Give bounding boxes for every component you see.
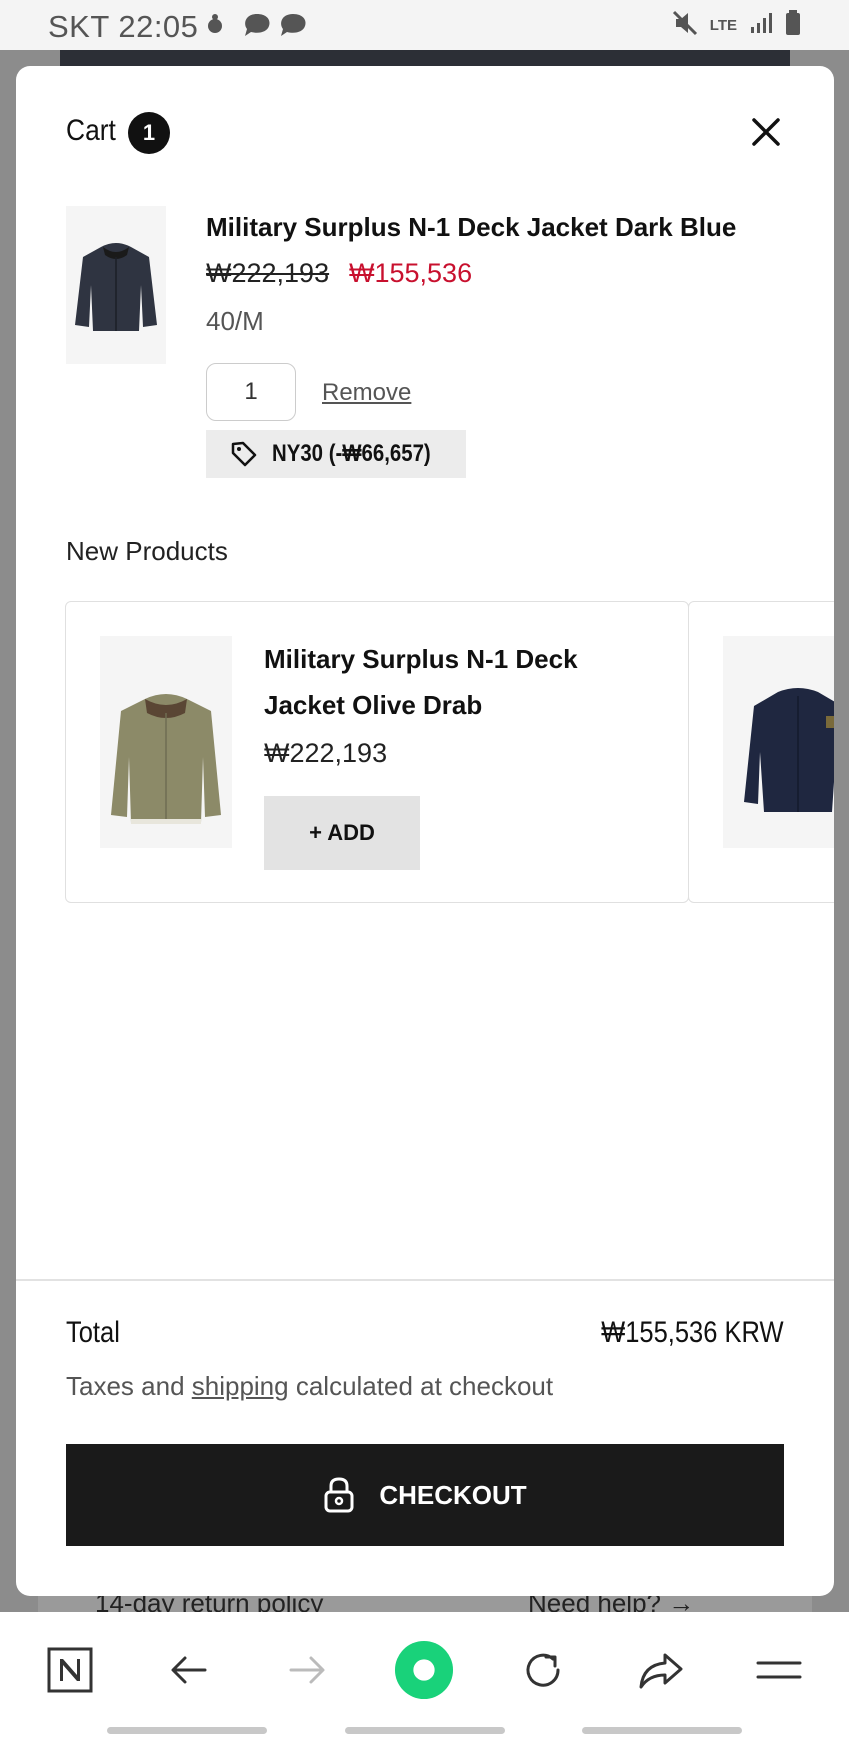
total-value: ₩155,536 KRW [601,1316,784,1349]
new-products-title: New Products [66,536,228,566]
tax-note: Taxes and shipping calculated at checkou… [66,1371,553,1402]
cart-item-name[interactable]: Military Surplus N-1 Deck Jacket Dark Bl… [206,212,736,243]
lock-icon [324,1477,354,1513]
new-products-carousel[interactable]: Military Surplus N-1 Deck Jacket Olive D… [65,601,834,903]
share-button[interactable] [631,1640,691,1700]
notification-app-icon [205,12,233,36]
cart-count-badge: 1 [128,112,170,154]
arrow-right-icon [289,1656,325,1684]
tax-note-prefix: Taxes and [66,1371,192,1401]
need-help-link[interactable]: Need help? → [528,1596,694,1612]
system-icons: LTE [672,10,801,40]
menu-button[interactable] [749,1640,809,1700]
close-icon [752,118,780,146]
share-arrow-icon [639,1653,683,1689]
network-type-label: LTE [709,16,737,34]
add-to-cart-button[interactable]: + ADD [264,796,420,870]
quantity-input[interactable]: 1 [206,363,296,421]
back-button[interactable] [159,1640,219,1700]
product-card-price: ₩222,193 [264,738,388,768]
chat-bubble-icon [241,12,270,36]
jacket-navy-bomber-image [744,688,834,812]
jacket-olive-drab-image [111,694,221,824]
mute-icon [672,10,698,40]
shipping-link[interactable]: shipping [192,1371,289,1401]
product-card-name[interactable]: Military Surplus N-1 Deck Jacket Olive D… [264,636,644,728]
naver-home-button[interactable] [40,1640,100,1700]
cart-item-sale-price: ₩155,536 [349,258,473,288]
naver-logo-icon [47,1647,93,1693]
return-policy-text: 14-day return policy [95,1596,324,1612]
cart-item-image[interactable] [66,206,166,364]
refresh-icon [526,1653,560,1687]
checkout-label: CHECKOUT [379,1479,527,1510]
checkout-button[interactable]: CHECKOUT [66,1444,784,1546]
cart-title: Cart [66,114,116,147]
refresh-button[interactable] [513,1640,573,1700]
gesture-pill-center [345,1727,505,1734]
signal-icon [749,11,773,39]
status-carrier-time: SKT 22:05 [48,9,199,44]
gesture-pill-right [582,1727,742,1734]
total-label: Total [66,1316,120,1349]
battery-icon [785,10,801,40]
discount-badge: NY30 (-₩66,657) [206,430,466,478]
green-dot-icon [394,1640,454,1700]
product-card-image[interactable] [723,636,834,848]
hamburger-menu-icon [756,1661,802,1679]
tax-note-suffix: calculated at checkout [288,1371,554,1401]
status-bar: SKT 22:05 LTE [0,0,849,50]
behind-modal-strip: 14-day return policy Need help? → [38,1596,812,1612]
footer-divider [16,1279,834,1281]
product-card-image[interactable] [100,636,232,848]
arrow-left-icon [171,1656,207,1684]
forward-button[interactable] [277,1640,337,1700]
tag-icon [231,441,257,467]
product-card[interactable]: Military Surplus N-1 Deck Jacket Olive D… [65,601,689,903]
discount-label: NY30 (-₩66,657) [272,440,431,467]
cart-drawer: Cart 1 Military Surplus N-1 Deck Jacket … [16,66,834,1596]
gesture-pill-left [107,1727,267,1734]
product-card[interactable] [688,601,834,903]
cart-item-original-price: ₩222,193 [206,258,330,288]
close-button[interactable] [748,114,784,150]
cart-item-variant: 40/M [206,306,264,336]
jacket-dark-blue-image [75,243,157,331]
green-dot-button[interactable] [394,1640,454,1700]
remove-link[interactable]: Remove [322,379,411,407]
notification-icons [205,12,306,36]
chat-bubble-icon [277,12,306,36]
